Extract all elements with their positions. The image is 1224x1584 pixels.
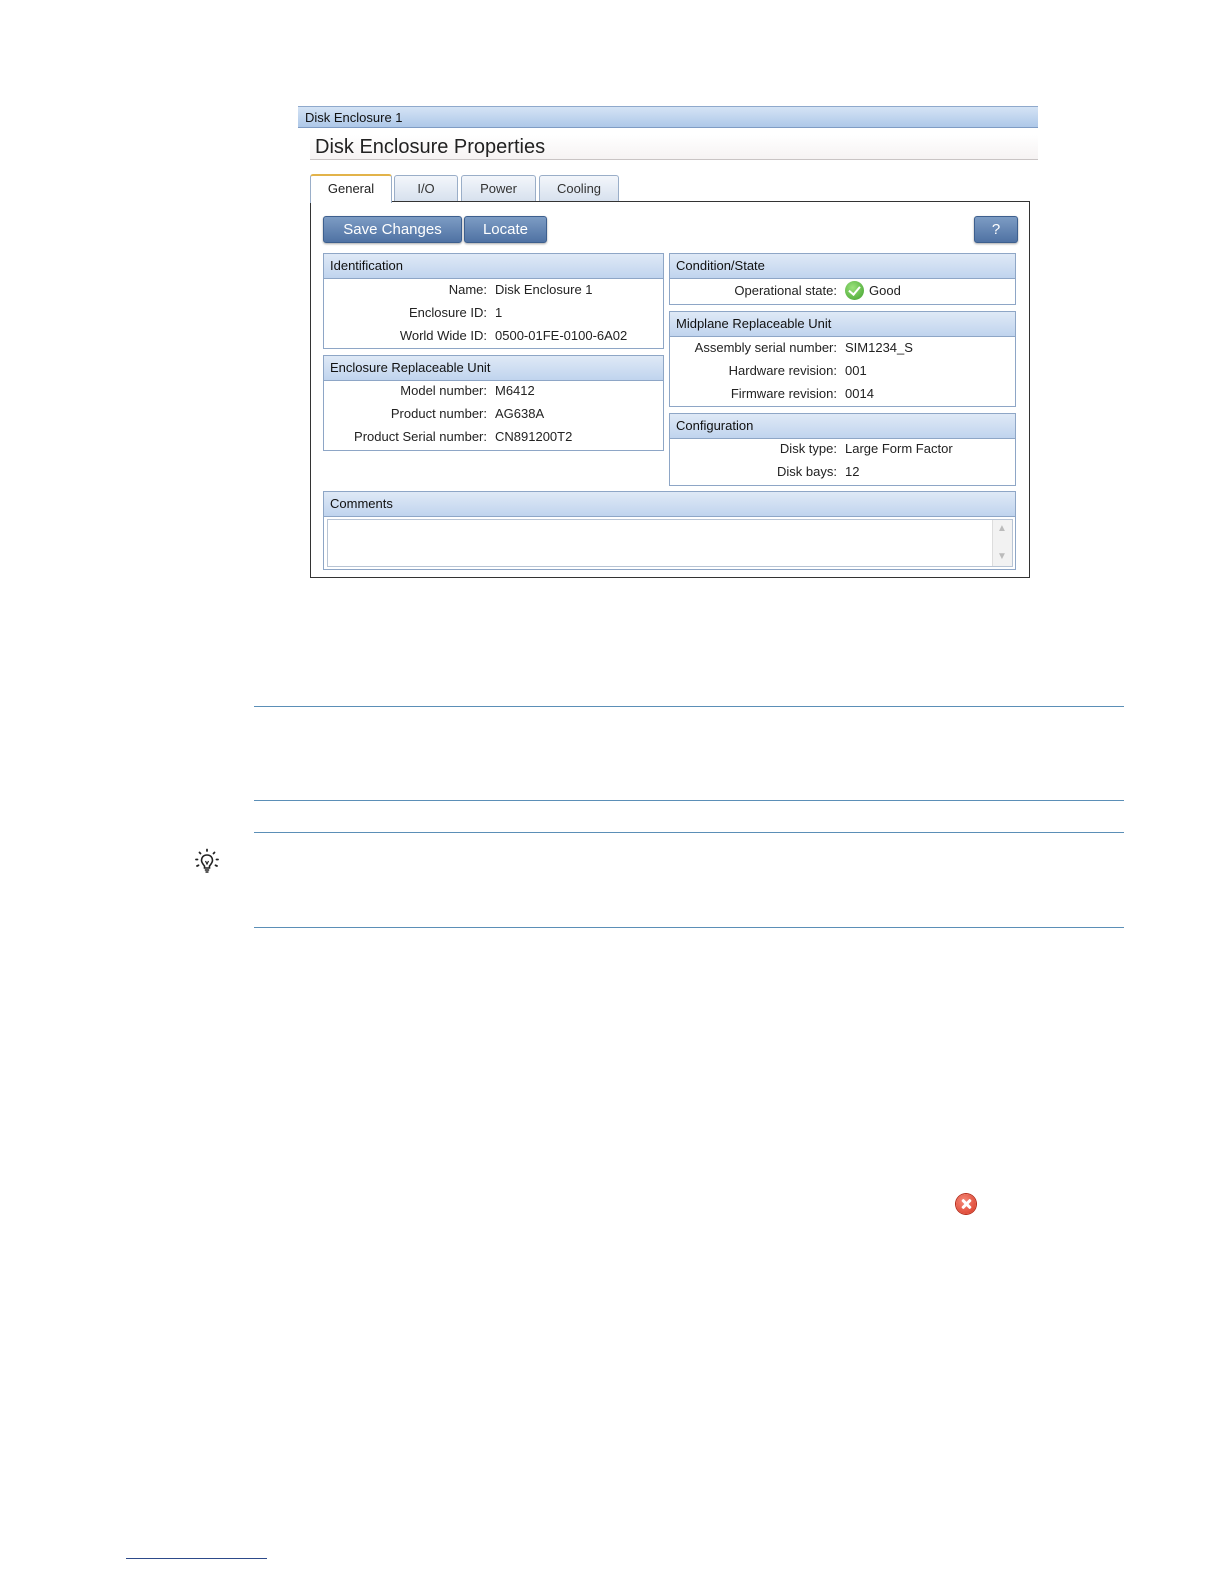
- configuration-header: Configuration: [670, 414, 1015, 439]
- firmware-revision-value: 0014: [845, 386, 874, 401]
- window-title: Disk Enclosure 1: [298, 106, 1038, 128]
- footnote-rule: [126, 1558, 267, 1559]
- firmware-revision-row: Firmware revision: 0014: [670, 384, 1015, 404]
- divider: [254, 800, 1124, 801]
- operational-state-value: Good: [845, 281, 901, 301]
- assembly-serial-number-row: Assembly serial number: SIM1234_S: [670, 338, 1015, 358]
- tab-general[interactable]: General: [310, 174, 392, 203]
- condition-state-header: Condition/State: [670, 254, 1015, 279]
- disk-enclosure-window: Disk Enclosure 1 Disk Enclosure Properti…: [298, 106, 1038, 578]
- disk-bays-row: Disk bays: 12: [670, 462, 1015, 482]
- field-label: World Wide ID:: [399, 328, 487, 343]
- identification-section: Identification Name: Disk Enclosure 1 En…: [323, 253, 664, 349]
- enclosure-name-value: Disk Enclosure 1: [495, 282, 593, 297]
- page-title: Disk Enclosure Properties: [310, 135, 1038, 160]
- tab-cooling[interactable]: Cooling: [539, 175, 619, 201]
- disk-type-row: Disk type: Large Form Factor: [670, 439, 1015, 459]
- condition-state-section: Condition/State Operational state: Good: [669, 253, 1016, 305]
- field-label: Name:: [448, 282, 487, 297]
- divider: [254, 832, 1124, 833]
- model-number-row: Model number: M6412: [324, 381, 663, 401]
- enclosure-id-row: Enclosure ID: 1: [324, 303, 663, 323]
- error-icon: [956, 1194, 976, 1214]
- lightbulb-icon: [195, 848, 219, 873]
- tab-io[interactable]: I/O: [394, 175, 458, 201]
- field-label: Operational state:: [734, 283, 837, 298]
- enclosure-id-value: 1: [495, 305, 503, 320]
- hardware-revision-value: 001: [845, 363, 867, 378]
- field-label: Hardware revision:: [728, 363, 837, 378]
- product-serial-number-row: Product Serial number: CN891200T2: [324, 427, 663, 447]
- world-wide-id-value: 0500-01FE-0100-6A02: [495, 328, 628, 343]
- field-label: Disk type:: [779, 441, 837, 456]
- hardware-revision-row: Hardware revision: 001: [670, 361, 1015, 381]
- field-label: Product Serial number:: [354, 429, 487, 444]
- identification-header: Identification: [324, 254, 663, 279]
- check-icon: [845, 281, 864, 301]
- comments-section: Comments ▲ ▼: [323, 491, 1016, 570]
- divider: [254, 927, 1124, 928]
- field-label: Disk bays:: [777, 464, 837, 479]
- disk-bays-value: 12: [845, 464, 860, 479]
- comments-textarea[interactable]: ▲ ▼: [327, 519, 1013, 567]
- help-button[interactable]: ?: [974, 216, 1018, 243]
- product-number-row: Product number: AG638A: [324, 404, 663, 424]
- name-row: Name: Disk Enclosure 1: [324, 280, 663, 300]
- disk-type-value: Large Form Factor: [845, 441, 953, 456]
- world-wide-id-row: World Wide ID: 0500-01FE-0100-6A02: [324, 326, 663, 346]
- tab-power[interactable]: Power: [461, 175, 536, 201]
- assembly-serial-number-value: SIM1234_S: [845, 340, 913, 355]
- product-serial-number-value: CN891200T2: [495, 429, 573, 444]
- comments-header: Comments: [324, 492, 1015, 517]
- status-text: Good: [869, 283, 901, 298]
- model-number-value: M6412: [495, 383, 535, 398]
- locate-button[interactable]: Locate: [464, 216, 547, 243]
- divider: [254, 706, 1124, 707]
- save-changes-button[interactable]: Save Changes: [323, 216, 462, 243]
- enclosure-replaceable-unit-header: Enclosure Replaceable Unit: [324, 356, 663, 381]
- field-label: Firmware revision:: [730, 386, 837, 401]
- field-label: Product number:: [390, 406, 487, 421]
- configuration-section: Configuration Disk type: Large Form Fact…: [669, 413, 1016, 486]
- general-tab-panel: Save Changes Locate ? Identification Nam…: [310, 201, 1030, 578]
- midplane-replaceable-unit-section: Midplane Replaceable Unit Assembly seria…: [669, 311, 1016, 407]
- field-label: Assembly serial number:: [694, 340, 837, 355]
- scroll-up-icon[interactable]: ▲: [995, 522, 1009, 536]
- comments-scrollbar[interactable]: ▲ ▼: [992, 520, 1012, 566]
- operational-state-row: Operational state: Good: [670, 281, 1015, 301]
- midplane-replaceable-unit-header: Midplane Replaceable Unit: [670, 312, 1015, 337]
- scroll-down-icon[interactable]: ▼: [995, 550, 1009, 564]
- product-number-value: AG638A: [495, 406, 545, 421]
- field-label: Enclosure ID:: [408, 305, 487, 320]
- field-label: Model number:: [400, 383, 487, 398]
- enclosure-replaceable-unit-section: Enclosure Replaceable Unit Model number:…: [323, 355, 664, 451]
